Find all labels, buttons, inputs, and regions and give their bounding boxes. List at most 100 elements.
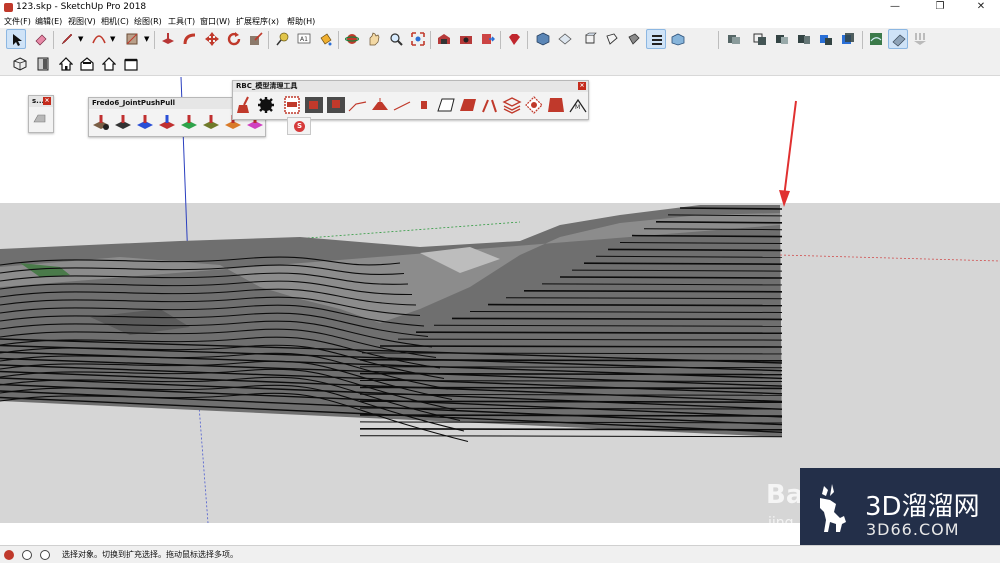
rbc-material-button[interactable] <box>524 96 544 114</box>
views-toolbar <box>0 51 1000 76</box>
solid-union-button[interactable] <box>724 29 744 49</box>
normal-pushpull-button[interactable] <box>135 113 155 131</box>
arc-tool-button[interactable] <box>89 29 109 49</box>
menu-view[interactable]: 视图(V) <box>68 15 96 28</box>
rbc-segment-button[interactable] <box>480 96 500 114</box>
right-view-button[interactable] <box>602 29 622 49</box>
front-view-button[interactable] <box>580 29 600 49</box>
credits-icon[interactable] <box>22 550 32 560</box>
send-to-layout-button[interactable] <box>478 29 498 49</box>
menu-tools[interactable]: 工具(T) <box>168 15 195 28</box>
rbc-face-button[interactable] <box>370 96 390 114</box>
pan-tool-button[interactable] <box>364 29 384 49</box>
menu-edit[interactable]: 编辑(E) <box>35 15 62 28</box>
pan-icon <box>369 32 380 46</box>
views-door-button[interactable] <box>33 54 53 74</box>
rectangle-tool-button[interactable] <box>122 29 142 49</box>
orbit-tool-button[interactable] <box>342 29 362 49</box>
solid-split-button[interactable] <box>794 29 814 49</box>
sandbox-contour-button[interactable] <box>866 29 886 49</box>
extrude-green-icon <box>181 115 197 129</box>
rbc-plane-button[interactable] <box>436 96 456 114</box>
rbc-eraser-button[interactable] <box>414 96 434 114</box>
menu-extensions[interactable]: 扩展程序(x) <box>236 15 279 28</box>
vector-pushpull-button[interactable] <box>113 113 133 131</box>
menu-file[interactable]: 文件(F) <box>4 15 31 28</box>
solid-subtract-button[interactable] <box>816 29 836 49</box>
menu-help[interactable]: 帮助(H) <box>287 15 315 28</box>
left-view-button[interactable] <box>646 29 666 49</box>
rotate-tool-button[interactable] <box>224 29 244 49</box>
warehouse-button[interactable] <box>434 29 454 49</box>
sandbox-drape-button[interactable] <box>910 29 930 49</box>
close-button[interactable]: ✕ <box>966 0 996 15</box>
sandbox-mesh-button[interactable] <box>888 29 908 49</box>
extension-warehouse-button[interactable] <box>456 29 476 49</box>
model-viewport[interactable]: s... × Fredo6_JointPushPull RBC_模型清理工具 ×… <box>0 77 1000 523</box>
rbc-plane-red-button[interactable] <box>458 96 478 114</box>
menu-draw[interactable]: 绘图(R) <box>134 15 162 28</box>
solid-trim-button[interactable] <box>772 29 792 49</box>
rbc-purge-button[interactable] <box>282 96 302 114</box>
xray-button[interactable] <box>668 29 688 49</box>
pencil-tool-button[interactable] <box>57 29 77 49</box>
eraser-tool-button[interactable] <box>31 29 51 49</box>
top-view-button[interactable] <box>555 29 575 49</box>
house-button[interactable] <box>56 54 76 74</box>
scale-tool-button[interactable] <box>246 29 266 49</box>
zoom-extents-button[interactable] <box>408 29 428 49</box>
zoom-tool-button[interactable] <box>386 29 406 49</box>
pencil-dropdown-icon[interactable]: ▼ <box>78 35 83 43</box>
house-outline-button[interactable] <box>99 54 119 74</box>
small-palette-tool-button[interactable] <box>32 110 52 128</box>
maximize-button[interactable]: ❐ <box>925 0 955 15</box>
arc-dropdown-icon[interactable]: ▼ <box>110 35 115 43</box>
house-front-button[interactable] <box>77 54 97 74</box>
rbc-measure-button[interactable]: M <box>568 96 588 114</box>
rectangle-icon <box>126 33 138 45</box>
iso-view-button[interactable] <box>533 29 553 49</box>
help-icon[interactable] <box>40 550 50 560</box>
top-view-icon <box>558 33 572 45</box>
house-back-button[interactable] <box>121 54 141 74</box>
joint-pushpull-button[interactable] <box>91 113 111 131</box>
move-tool-button[interactable] <box>202 29 222 49</box>
rbc-stack-button[interactable] <box>546 96 566 114</box>
geo-location-icon[interactable] <box>4 550 14 560</box>
rbc-palette-close-button[interactable]: × <box>578 82 586 90</box>
rbc-layers-button[interactable] <box>502 96 522 114</box>
followme-tool-button[interactable] <box>180 29 200 49</box>
small-palette-close-button[interactable]: × <box>43 97 51 105</box>
solid-intersect-button[interactable] <box>750 29 770 49</box>
paint-tool-button[interactable] <box>316 29 336 49</box>
rectangle-dropdown-icon[interactable]: ▼ <box>144 35 149 43</box>
rbc-line-button[interactable] <box>392 96 412 114</box>
broom-icon <box>237 96 249 113</box>
rbc-palette-header[interactable]: RBC_模型清理工具 × <box>233 81 588 92</box>
views-iso-button[interactable] <box>10 54 30 74</box>
house-front-icon <box>80 57 94 71</box>
ruby-console-button[interactable] <box>504 29 524 49</box>
menu-camera[interactable]: 相机(C) <box>101 15 129 28</box>
small-palette-header[interactable]: s... × <box>29 96 53 107</box>
extrude-olive-icon <box>203 115 219 129</box>
joint-pushpull-icon <box>93 115 109 130</box>
tape-tool-button[interactable] <box>272 29 292 49</box>
extrude-olive-button[interactable] <box>201 113 221 131</box>
rbc-edge-button[interactable] <box>348 96 368 114</box>
menu-window[interactable]: 窗口(W) <box>200 15 230 28</box>
rbc-settings-button[interactable] <box>256 96 276 114</box>
select-tool-button[interactable] <box>6 29 26 49</box>
extrude-red-button[interactable] <box>157 113 177 131</box>
s-badge-icon[interactable]: S <box>294 121 305 132</box>
rbc-component-button[interactable] <box>304 96 324 114</box>
rbc-broom-button[interactable] <box>235 96 255 114</box>
back-view-button[interactable] <box>624 29 644 49</box>
pushpull-tool-button[interactable] <box>158 29 178 49</box>
text-tool-button[interactable]: A1 <box>294 29 314 49</box>
rbc-group-button[interactable] <box>326 96 346 114</box>
solid-union-icon <box>728 35 740 44</box>
minimize-button[interactable]: — <box>880 0 910 15</box>
solid-shell-button[interactable] <box>838 29 858 49</box>
extrude-green-button[interactable] <box>179 113 199 131</box>
